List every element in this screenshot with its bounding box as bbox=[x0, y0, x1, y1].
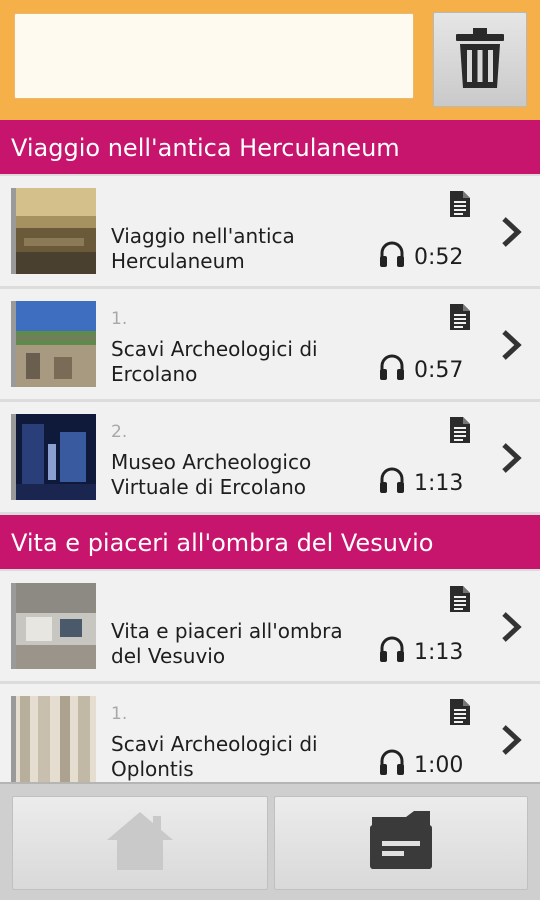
section-header: Vita e piaceri all'ombra del Vesuvio bbox=[0, 515, 540, 569]
list-item[interactable]: 1. Scavi Archeologici di Oplontis 1:00 bbox=[0, 684, 540, 782]
chevron-right-icon[interactable] bbox=[500, 329, 524, 365]
section-header: Viaggio nell'antica Herculaneum bbox=[0, 120, 540, 174]
tour-button[interactable] bbox=[274, 796, 528, 890]
duration-label: 1:00 bbox=[414, 752, 464, 778]
duration-label: 1:13 bbox=[414, 470, 464, 496]
home-button[interactable] bbox=[12, 796, 268, 890]
thumbnail-image bbox=[11, 414, 96, 500]
audio-duration: 1:13 bbox=[378, 635, 463, 669]
thumbnail-image bbox=[11, 696, 96, 782]
item-title: Scavi Archeologici di Ercolano bbox=[111, 337, 318, 386]
item-title: Vita e piaceri all'ombra del Vesuvio bbox=[111, 619, 343, 668]
thumbnail-image bbox=[11, 188, 96, 274]
document-icon[interactable] bbox=[448, 416, 472, 448]
audio-duration: 1:13 bbox=[378, 466, 463, 500]
audio-duration: 0:57 bbox=[378, 353, 463, 387]
thumbnail-image bbox=[11, 301, 96, 387]
clear-button[interactable] bbox=[433, 12, 527, 107]
tour-list[interactable]: Viaggio nell'antica Herculaneum Viaggio … bbox=[0, 120, 540, 782]
item-number: 1. bbox=[111, 704, 128, 724]
headphones-icon bbox=[378, 635, 406, 669]
audio-duration: 0:52 bbox=[378, 240, 463, 274]
item-title: Viaggio nell'antica Herculaneum bbox=[111, 224, 295, 273]
document-icon[interactable] bbox=[448, 698, 472, 730]
audio-duration: 1:00 bbox=[378, 748, 463, 782]
thumbnail-image bbox=[11, 583, 96, 669]
list-item[interactable]: Vita e piaceri all'ombra del Vesuvio 1:1… bbox=[0, 571, 540, 681]
chevron-right-icon[interactable] bbox=[500, 611, 524, 647]
document-icon[interactable] bbox=[448, 585, 472, 617]
headphones-icon bbox=[378, 748, 406, 782]
list-item[interactable]: Viaggio nell'antica Herculaneum 0:52 bbox=[0, 176, 540, 286]
duration-label: 0:57 bbox=[414, 357, 464, 383]
bottom-bar bbox=[0, 782, 540, 900]
list-item[interactable]: 1. Scavi Archeologici di Ercolano 0:57 bbox=[0, 289, 540, 399]
item-title: Scavi Archeologici di Oplontis bbox=[111, 732, 318, 781]
headphones-icon bbox=[378, 466, 406, 500]
item-number: 1. bbox=[111, 309, 128, 329]
chevron-right-icon[interactable] bbox=[500, 216, 524, 252]
top-bar bbox=[0, 0, 540, 120]
chevron-right-icon[interactable] bbox=[500, 442, 524, 478]
document-icon[interactable] bbox=[448, 190, 472, 222]
chevron-right-icon[interactable] bbox=[500, 724, 524, 760]
trash-icon bbox=[453, 26, 507, 94]
list-item[interactable]: 2. Museo Archeologico Virtuale di Ercola… bbox=[0, 402, 540, 512]
item-number: 2. bbox=[111, 422, 128, 442]
home-icon bbox=[105, 810, 175, 876]
tour-folder-icon bbox=[366, 811, 436, 875]
duration-label: 0:52 bbox=[414, 244, 464, 270]
headphones-icon bbox=[378, 240, 406, 274]
headphones-icon bbox=[378, 353, 406, 387]
item-title: Museo Archeologico Virtuale di Ercolano bbox=[111, 450, 312, 499]
document-icon[interactable] bbox=[448, 303, 472, 335]
duration-label: 1:13 bbox=[414, 639, 464, 665]
search-input[interactable] bbox=[14, 13, 414, 99]
